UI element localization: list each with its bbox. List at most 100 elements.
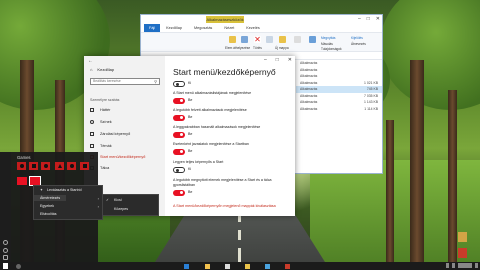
- taskbar-app-icon[interactable]: [265, 263, 270, 269]
- home-icon: ⌂: [90, 67, 93, 72]
- option-label: Legyen teljes képernyős a Start: [173, 160, 224, 164]
- windows-start-icon[interactable]: [1, 263, 9, 269]
- list-item[interactable]: Alkalmazás 1 114 KB: [296, 106, 382, 113]
- minimize-icon[interactable]: –: [264, 56, 267, 65]
- settings-icon[interactable]: [3, 248, 8, 253]
- tile-group-header[interactable]: Games: [17, 155, 31, 160]
- explorer-titlebar[interactable]: Alkalmazáseszközök – □ ✕: [141, 15, 382, 24]
- ribbon-label: Törlés: [253, 46, 262, 50]
- sidebar-item-colors[interactable]: Színek: [90, 120, 112, 124]
- user-icon[interactable]: [3, 240, 8, 245]
- taskbar-app-icon[interactable]: [245, 263, 250, 269]
- start-rail: [0, 152, 11, 262]
- arrow-left-icon[interactable]: ←: [88, 58, 93, 64]
- power-icon[interactable]: [3, 255, 8, 260]
- folder-icon[interactable]: [205, 263, 210, 269]
- menu-item-more[interactable]: Egyebek: [40, 204, 54, 208]
- volume-icon[interactable]: [452, 263, 455, 268]
- maximize-icon[interactable]: □: [276, 56, 279, 65]
- toggle-switch[interactable]: [173, 98, 185, 104]
- toggle-state: Ki: [188, 167, 192, 171]
- desktop-shortcut-icon[interactable]: [458, 232, 467, 242]
- ribbon-label: Elem áthelyezése: [225, 46, 251, 50]
- sidebar-item-background[interactable]: Háttér: [90, 108, 110, 112]
- game-tile-icon[interactable]: [17, 177, 27, 185]
- page-title: Start menü/kezdőképernyő: [173, 67, 276, 77]
- search-icon[interactable]: ⚲: [154, 79, 157, 84]
- taskbar-app-icon[interactable]: [184, 263, 189, 269]
- menu-item-medium[interactable]: Közepes: [106, 207, 128, 211]
- tree-foliage: [380, 0, 480, 110]
- tab-home[interactable]: Kezdőlap: [160, 24, 188, 32]
- delete-icon[interactable]: ✕: [254, 36, 261, 44]
- tab-file[interactable]: Fájl: [144, 24, 161, 32]
- tab-view[interactable]: Nézet: [218, 24, 240, 32]
- menu-item-uninstall[interactable]: Eltávolítás: [40, 212, 57, 216]
- toggle-switch[interactable]: [173, 81, 185, 87]
- toggle-state: Be: [188, 132, 193, 136]
- option-label: A legutóbb felvett alkalmazások megjelen…: [173, 108, 247, 112]
- toggle-switch[interactable]: [173, 167, 185, 173]
- toggle-switch[interactable]: [173, 115, 185, 121]
- properties-icon[interactable]: [294, 36, 301, 43]
- close-icon[interactable]: ✕: [288, 56, 292, 65]
- ribbon-label[interactable]: Átnevezés: [351, 42, 366, 46]
- road-marking: [238, 248, 241, 262]
- desktop-shortcut-icon[interactable]: [458, 248, 467, 258]
- game-tile-icon[interactable]: [41, 162, 50, 170]
- tile-context-menu: ✦ Leválasztás a Startról Átméretezés › Eg…: [33, 185, 103, 220]
- sidebar-item-themes[interactable]: Témák: [90, 144, 112, 148]
- taskbar-app-icon[interactable]: [285, 263, 290, 269]
- ribbon-label[interactable]: Megnyitás: [321, 36, 336, 40]
- nav-home[interactable]: ⌂ Kezdőlap: [90, 67, 114, 72]
- game-tile-icon[interactable]: [67, 162, 76, 170]
- copy-to-icon[interactable]: [241, 36, 248, 43]
- network-icon[interactable]: [446, 263, 449, 268]
- close-icon[interactable]: ✕: [376, 15, 380, 24]
- chevron-right-icon: ›: [97, 196, 99, 201]
- taskbar: [0, 262, 480, 270]
- toggle-switch[interactable]: [173, 149, 185, 155]
- clock[interactable]: [458, 263, 472, 268]
- toggle-switch[interactable]: [173, 190, 185, 196]
- tab-manage[interactable]: Kezelés: [240, 24, 266, 32]
- explorer-file-list: Alkalmazás Alkalmazás Alkalmazás Alkalma…: [296, 60, 382, 173]
- nav-home-label: Kezdőlap: [97, 67, 115, 72]
- toggle-switch[interactable]: [173, 132, 185, 138]
- sidebar-item-start[interactable]: Start menü/kezdőképernyő: [90, 155, 145, 159]
- ribbon-label[interactable]: Másolás: [321, 42, 333, 46]
- system-tray: [446, 263, 478, 268]
- rename-icon[interactable]: [266, 36, 273, 43]
- game-tile-icon[interactable]: [55, 162, 64, 170]
- game-tile-selected[interactable]: [29, 176, 41, 186]
- new-folder-icon[interactable]: [279, 36, 286, 43]
- ribbon-label[interactable]: Kijelölés: [351, 36, 363, 40]
- game-tile-icon[interactable]: [17, 162, 26, 170]
- option-label: A Start menü alkalmazáslistájának megjel…: [173, 91, 252, 95]
- open-icon[interactable]: [309, 36, 316, 43]
- notification-icon[interactable]: [475, 263, 478, 268]
- ribbon-label[interactable]: Tulajdonságok: [321, 47, 342, 51]
- move-to-icon[interactable]: [229, 36, 236, 43]
- option-label: Esetenként javaslatok megjelenítése a St…: [173, 142, 249, 146]
- explorer-ribbon: ✕ Megnyitás Kijelölés Elem áthelyezése T…: [141, 32, 382, 52]
- menu-item-small[interactable]: ✓ Kicsi: [106, 198, 122, 202]
- ribbon-label: Új mappa: [275, 46, 289, 50]
- tab-share[interactable]: Megosztás: [188, 24, 218, 32]
- menu-item-unpin[interactable]: ✦ Leválasztás a Startról: [40, 188, 82, 192]
- minimize-icon[interactable]: –: [358, 15, 361, 24]
- unpin-icon: ✦: [40, 188, 44, 192]
- game-tile-icon[interactable]: [80, 162, 89, 170]
- sidebar-item-lock-screen[interactable]: Zárolási képernyő: [90, 132, 130, 136]
- choose-folders-link[interactable]: A Start menü/kezdőképernyőn megjelenő ma…: [173, 204, 276, 208]
- explorer-context-tab[interactable]: Alkalmazáseszközök: [206, 16, 244, 23]
- taskbar-app-icon[interactable]: [225, 263, 230, 269]
- toggle-state: Be: [188, 98, 193, 102]
- game-tile-icon[interactable]: [29, 162, 38, 170]
- maximize-icon[interactable]: □: [367, 15, 370, 24]
- settings-search-input[interactable]: Beállítás keresése ⚲: [90, 78, 160, 85]
- toggle-state: Be: [188, 115, 193, 119]
- palette-icon: [90, 120, 94, 124]
- search-icon[interactable]: [16, 263, 21, 269]
- menu-item-resize[interactable]: Átméretezés: [34, 195, 67, 201]
